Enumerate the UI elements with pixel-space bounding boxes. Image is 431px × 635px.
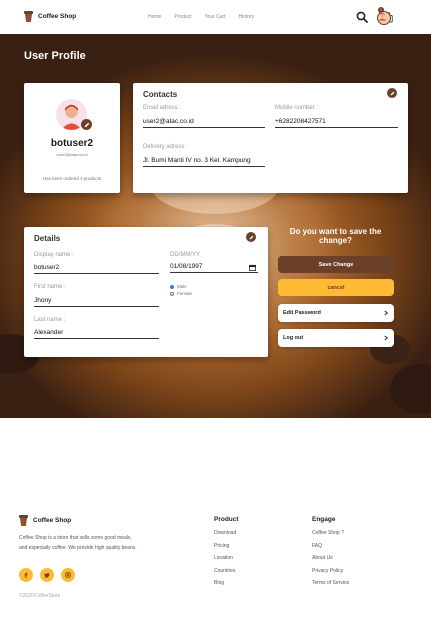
nav-link-cart[interactable]: Your Cart [205, 14, 226, 20]
first-name-field[interactable]: Jhony [34, 297, 159, 307]
birth-date-value: 01/08/1997 [170, 263, 258, 273]
footer-product-heading: Product [214, 516, 239, 523]
footer-brand[interactable]: Coffee Shop [19, 515, 71, 526]
display-name-label: Display name : [34, 252, 74, 258]
nav-links: Home Product Your Cart History [148, 14, 254, 20]
first-name-label: First name : [34, 284, 66, 290]
nav-link-home[interactable]: Home [148, 14, 161, 20]
footer-link-pricing[interactable]: Pricing [214, 543, 239, 556]
footer-description: Coffee Shop is a store that sells some g… [19, 535, 137, 551]
pencil-icon[interactable] [387, 88, 397, 98]
radio-selected-icon [170, 284, 174, 289]
search-icon[interactable] [356, 11, 368, 23]
logout-button[interactable]: Log out [278, 329, 394, 347]
footer-link-faq[interactable]: FAQ [312, 543, 349, 556]
birth-date-field[interactable]: 01/08/1997 [170, 263, 258, 275]
footer-link-coffee-shop[interactable]: Coffee Shop ? [312, 530, 349, 543]
gender-male-label: Male [177, 284, 187, 289]
footer-link-blog[interactable]: Blog [214, 580, 239, 593]
brand-logo[interactable]: Coffee Shop [24, 11, 76, 22]
delivery-field[interactable]: Jl. Bumi Manti IV no. 3 Kel. Kampung [143, 157, 265, 167]
gender-option-male[interactable]: Male [170, 284, 187, 289]
chevron-right-icon [384, 310, 388, 316]
coffee-cup-icon [19, 515, 28, 526]
profile-name: botuser2 [50, 138, 94, 149]
twitter-icon[interactable] [40, 568, 54, 582]
last-name-field[interactable]: Alexander [34, 329, 159, 339]
details-card: Details Display name : botuser2 First na… [24, 227, 268, 357]
brand-name: Coffee Shop [38, 13, 77, 20]
display-name-field[interactable]: botuser2 [34, 264, 159, 274]
footer-brand-name: Coffee Shop [33, 517, 72, 524]
pencil-icon[interactable] [81, 119, 92, 130]
footer-engage-heading: Engage [312, 516, 336, 523]
gender-female-label: Female [177, 291, 193, 296]
email-label: Email adress : [143, 105, 182, 111]
footer-link-about[interactable]: About Us [312, 555, 349, 568]
contacts-title: Contacts [143, 90, 178, 99]
date-label: DD/MM/YY [170, 252, 200, 258]
avatar[interactable] [377, 11, 391, 25]
footer-link-terms[interactable]: Terms of Service [312, 580, 349, 593]
facebook-icon[interactable] [19, 568, 33, 582]
copyright: ©2020CoffeeStore [19, 593, 61, 599]
edit-password-button[interactable]: Edit Password [278, 304, 394, 322]
footer-engage-column: Engage Coffee Shop ? FAQ About Us Privac… [312, 516, 349, 593]
email-field[interactable]: user2@atac.co.id [143, 118, 265, 128]
mobile-label: Mobile number : [275, 105, 319, 111]
save-question: Do you want to save the change? [289, 227, 382, 245]
contacts-card: Contacts Email adress : user2@atac.co.id… [133, 83, 408, 193]
calendar-icon[interactable] [249, 264, 256, 271]
details-title: Details [34, 234, 61, 243]
logout-label: Log out [283, 335, 304, 341]
footer-link-countries[interactable]: Countries [214, 568, 239, 581]
save-change-button[interactable]: Save Change [278, 256, 394, 273]
page-title: User Profile [24, 50, 86, 62]
cancel-button[interactable]: cancel [278, 279, 394, 296]
mobile-field[interactable]: +6282208427571 [275, 118, 398, 128]
profile-orders: Has been ordered 4 products [42, 176, 102, 181]
gender-option-female[interactable]: Female [170, 291, 192, 296]
nav-link-history[interactable]: History [239, 14, 255, 20]
footer-link-privacy[interactable]: Privacy Policy [312, 568, 349, 581]
delivery-label: Delivery adress : [143, 144, 188, 150]
top-navbar: Coffee Shop Home Product Your Cart Histo… [0, 0, 431, 34]
social-links [19, 568, 75, 582]
footer-link-download[interactable]: Download [214, 530, 239, 543]
footer-link-location[interactable]: Location [214, 555, 239, 568]
profile-email: user2@atac.co.id [56, 152, 88, 157]
nav-link-product[interactable]: Product [174, 14, 191, 20]
coffee-cup-icon [24, 11, 33, 22]
pencil-icon[interactable] [246, 232, 256, 242]
last-name-label: Last name : [34, 317, 66, 323]
edit-password-label: Edit Password [283, 310, 321, 316]
profile-card: botuser2 user2@atac.co.id Has been order… [24, 83, 120, 193]
chevron-right-icon [384, 335, 388, 341]
radio-icon [170, 291, 174, 296]
instagram-icon[interactable] [61, 568, 75, 582]
footer-product-column: Product Download Pricing Location Countr… [214, 516, 239, 593]
